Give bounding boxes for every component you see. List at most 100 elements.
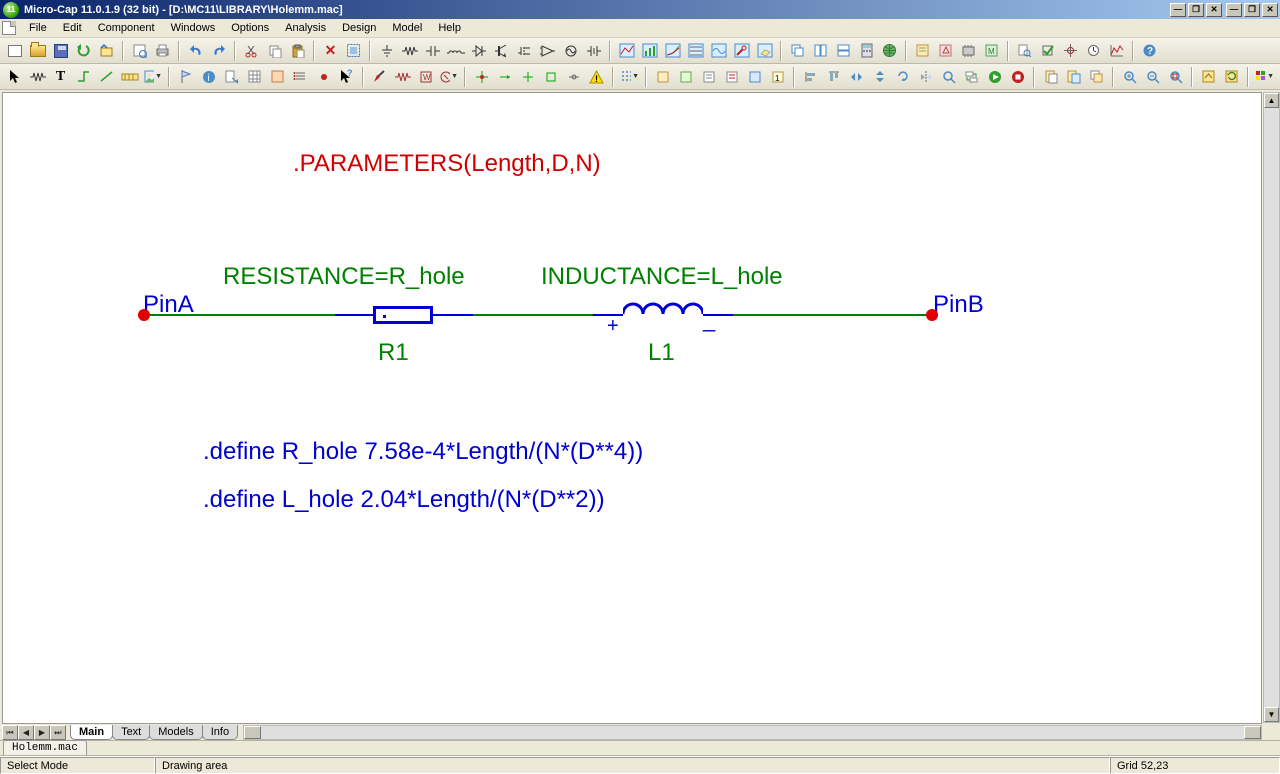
cut-button[interactable]: [241, 40, 262, 61]
file-link-button[interactable]: [221, 66, 242, 87]
attr5-button[interactable]: [744, 66, 765, 87]
menu-model[interactable]: Model: [385, 20, 429, 36]
wire-r-left[interactable]: [335, 314, 375, 316]
package-editor-button[interactable]: [958, 40, 979, 61]
tab-info[interactable]: Info: [202, 725, 238, 740]
print-preview-button[interactable]: [129, 40, 150, 61]
file-tab-holemm[interactable]: Holemm.mac: [3, 740, 87, 755]
menu-file[interactable]: File: [22, 20, 54, 36]
inductor-comp-button[interactable]: [445, 40, 466, 61]
refresh-button[interactable]: [1221, 66, 1242, 87]
print-button[interactable]: [152, 40, 173, 61]
rotate-button[interactable]: [892, 66, 913, 87]
window-cascade-button[interactable]: [787, 40, 808, 61]
pin-a-dot[interactable]: [138, 309, 150, 321]
current-probe-button[interactable]: [392, 66, 413, 87]
define-l-text[interactable]: .define L_hole 2.04*Length/(N*(D**2)): [203, 486, 605, 514]
wire-l-right[interactable]: [703, 314, 733, 316]
find-component-button[interactable]: [1014, 40, 1035, 61]
text-mode-button[interactable]: T: [50, 66, 71, 87]
wire-2[interactable]: [473, 314, 593, 316]
help-button[interactable]: ?: [1139, 40, 1160, 61]
vscroll[interactable]: ▲ ▼: [1263, 92, 1280, 723]
mosfet-comp-button[interactable]: [514, 40, 535, 61]
resistance-attribute[interactable]: RESISTANCE=R_hole: [223, 263, 465, 291]
attr1-button[interactable]: [652, 66, 673, 87]
find-button[interactable]: [938, 66, 959, 87]
path-button[interactable]: [96, 40, 117, 61]
wire-r-right[interactable]: [433, 314, 473, 316]
open-button[interactable]: [27, 40, 48, 61]
restore-button[interactable]: ❐: [1244, 3, 1260, 17]
revert-button[interactable]: [73, 40, 94, 61]
graphic-mode-button[interactable]: ▼: [142, 66, 163, 87]
zoom-in-button[interactable]: [1119, 66, 1140, 87]
tab-main[interactable]: Main: [70, 725, 113, 740]
menu-help[interactable]: Help: [431, 20, 468, 36]
watch-button[interactable]: [1083, 40, 1104, 61]
menu-windows[interactable]: Windows: [164, 20, 223, 36]
component-editor-button[interactable]: [912, 40, 933, 61]
redo-button[interactable]: [208, 40, 229, 61]
tab-nav-first[interactable]: ⏮: [2, 725, 18, 740]
npn-comp-button[interactable]: [491, 40, 512, 61]
pin-p-button[interactable]: [517, 66, 538, 87]
menu-component[interactable]: Component: [91, 20, 162, 36]
align-top-button[interactable]: [823, 66, 844, 87]
select-mode-button[interactable]: [4, 66, 25, 87]
mdi-minimize-button[interactable]: —: [1170, 3, 1186, 17]
bus-mode-button[interactable]: [119, 66, 140, 87]
list-button[interactable]: [290, 66, 311, 87]
paste-button[interactable]: [287, 40, 308, 61]
check-button[interactable]: [1037, 40, 1058, 61]
plot-button[interactable]: [1106, 40, 1127, 61]
menu-design[interactable]: Design: [335, 20, 383, 36]
flag-mode-button[interactable]: [175, 66, 196, 87]
model-program-button[interactable]: M: [981, 40, 1002, 61]
attr6-button[interactable]: 1: [767, 66, 788, 87]
analysis-dynamic-dc-button[interactable]: [685, 40, 706, 61]
cond-probe-button[interactable]: ▼: [438, 66, 459, 87]
attr2-button[interactable]: [675, 66, 696, 87]
pin-b-dot[interactable]: [926, 309, 938, 321]
mdi-restore-button[interactable]: ❐: [1188, 3, 1204, 17]
crosshair-button[interactable]: [1060, 40, 1081, 61]
zoom-out-button[interactable]: [1142, 66, 1163, 87]
grid-button[interactable]: ▼: [619, 66, 640, 87]
wire-1[interactable]: [150, 314, 335, 316]
select-all-button[interactable]: [343, 40, 364, 61]
attr3-button[interactable]: [698, 66, 719, 87]
capacitor-comp-button[interactable]: [422, 40, 443, 61]
warn-button[interactable]: !: [586, 66, 607, 87]
hscroll[interactable]: [243, 725, 1262, 740]
define-r-text[interactable]: .define R_hole 7.58e-4*Length/(N*(D**4)): [203, 438, 643, 466]
analysis-dc-button[interactable]: [662, 40, 683, 61]
paste-clip-button[interactable]: [1063, 66, 1084, 87]
delete-button[interactable]: ✕: [320, 40, 341, 61]
close-button[interactable]: ✕: [1262, 3, 1278, 17]
save-button[interactable]: [50, 40, 71, 61]
pin-c-button[interactable]: [540, 66, 561, 87]
ground-button[interactable]: [376, 40, 397, 61]
scroll-down-button[interactable]: ▼: [1264, 707, 1279, 722]
voltage-probe-button[interactable]: [369, 66, 390, 87]
calculator-button[interactable]: [856, 40, 877, 61]
go-button[interactable]: [984, 66, 1005, 87]
reflect-y-button[interactable]: [869, 66, 890, 87]
point-button[interactable]: [313, 66, 334, 87]
resistor-comp-button[interactable]: [399, 40, 420, 61]
window-tile-h-button[interactable]: [833, 40, 854, 61]
region-button[interactable]: [267, 66, 288, 87]
source-comp-button[interactable]: [560, 40, 581, 61]
tab-nav-last[interactable]: ⏭: [50, 725, 66, 740]
menu-analysis[interactable]: Analysis: [278, 20, 333, 36]
pin-b-label[interactable]: PinB: [933, 291, 984, 319]
palette-button[interactable]: ▼: [1254, 66, 1275, 87]
3dplot-button[interactable]: [754, 40, 775, 61]
shape-editor-button[interactable]: [935, 40, 956, 61]
reflect-x-button[interactable]: [846, 66, 867, 87]
spread-button[interactable]: [244, 66, 265, 87]
parameters-directive[interactable]: .PARAMETERS(Length,D,N): [293, 150, 601, 178]
web-button[interactable]: [879, 40, 900, 61]
opamp-comp-button[interactable]: [537, 40, 558, 61]
